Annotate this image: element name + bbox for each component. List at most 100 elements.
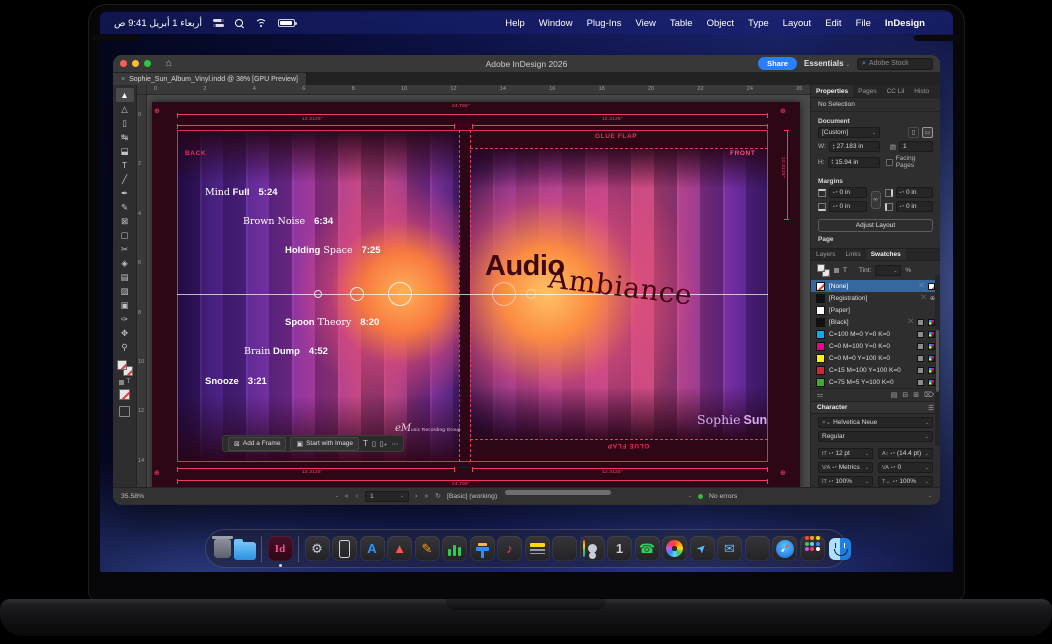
wifi-icon[interactable]: [255, 19, 267, 28]
delete-swatch-icon[interactable]: ⌦: [924, 391, 934, 399]
hand-tool[interactable]: ✥: [116, 326, 134, 340]
note-tool[interactable]: ▣: [116, 298, 134, 312]
menu-type[interactable]: Type: [748, 18, 769, 29]
height-field[interactable]: ▴▾15.94 in: [828, 157, 881, 168]
margin-left-field[interactable]: ▴ ▾0 in: [896, 201, 934, 212]
menu-indesign[interactable]: InDesign: [885, 18, 925, 29]
start-with-image-button[interactable]: ▣Start with Image: [290, 437, 359, 451]
dock-safari-icon[interactable]: [772, 536, 797, 561]
dock-finder-icon[interactable]: [827, 536, 852, 561]
tab-links[interactable]: Links: [841, 249, 866, 260]
dock-photos-icon[interactable]: [662, 536, 687, 561]
width-field[interactable]: ▴▾27.183 in: [829, 141, 880, 152]
menu-object[interactable]: Object: [707, 18, 734, 29]
gradient-tool[interactable]: ▤: [116, 270, 134, 284]
horizontal-scale-field[interactable]: T↔▴ ▾100%⌄: [878, 476, 933, 487]
dock-downloads-folder-icon[interactable]: [234, 542, 256, 559]
tab-pages[interactable]: Pages: [853, 85, 881, 97]
search-icon[interactable]: [235, 19, 244, 28]
first-page-button[interactable]: «: [345, 493, 350, 500]
menu-layout[interactable]: Layout: [783, 18, 812, 29]
minimize-window-button[interactable]: [132, 60, 139, 67]
tracking-field[interactable]: VA▴ ▾0⌄: [878, 462, 933, 473]
formatting-text-icon[interactable]: T: [127, 379, 131, 385]
zoom-window-button[interactable]: [144, 60, 151, 67]
adjust-layout-button[interactable]: Adjust Layout: [818, 219, 933, 232]
swatch-row[interactable]: [Black]⤫: [811, 316, 940, 328]
new-swatch-group-icon[interactable]: ⊟: [902, 391, 908, 399]
document-preset-dropdown[interactable]: [Custom]⌄: [818, 127, 880, 138]
swatch-row[interactable]: [Registration]⤫⊕: [811, 292, 940, 304]
page-icon[interactable]: ▯: [372, 440, 376, 448]
dock-mail-icon[interactable]: ✉: [717, 536, 742, 561]
dock-maps-icon[interactable]: [690, 536, 715, 561]
close-tab-icon[interactable]: ×: [121, 76, 125, 83]
dock-system-settings-icon[interactable]: ⚙: [305, 536, 330, 561]
swatch-row[interactable]: [None]⤫: [811, 280, 940, 292]
menu-edit[interactable]: Edit: [825, 18, 841, 29]
page-count-field[interactable]: 1: [899, 141, 933, 152]
preflight-status[interactable]: No errors: [709, 493, 737, 500]
free-transform-tool[interactable]: ◈: [116, 256, 134, 270]
artboard-vinyl-spread[interactable]: 24.786" 12.3125" 12.3125" 12.3125" 12.31…: [152, 102, 800, 487]
dock-phone-icon[interactable]: ☎: [635, 536, 660, 561]
selection-tool[interactable]: ▲: [116, 88, 134, 102]
type-tool[interactable]: T: [116, 158, 134, 172]
fill-swatch[interactable]: [117, 360, 127, 370]
gap-tool[interactable]: ↹: [116, 130, 134, 144]
font-family-dropdown[interactable]: ⌕⌄Helvetica Neue⌄: [818, 417, 933, 428]
dock-rocket-app-icon[interactable]: ▲: [387, 536, 412, 561]
close-window-button[interactable]: [120, 60, 127, 67]
content-collector-tool[interactable]: ⬓: [116, 144, 134, 158]
tab-layers[interactable]: Layers: [811, 249, 841, 260]
dock-calendar-icon[interactable]: 1: [607, 536, 632, 561]
dock-reminders-icon[interactable]: [552, 536, 577, 561]
dock-indesign-icon[interactable]: Id: [268, 536, 293, 561]
canvas[interactable]: 02468101214161820222426 02468101214 24.7…: [137, 85, 810, 487]
pencil-tool[interactable]: ✎: [116, 200, 134, 214]
font-size-field[interactable]: tT▴ ▾12 pt⌄: [818, 448, 873, 459]
tab-properties[interactable]: Properties: [811, 85, 853, 97]
swatch-row[interactable]: C=75 M=5 Y=100 K=0: [811, 376, 940, 388]
swatch-views-icon[interactable]: ⚏: [817, 391, 823, 399]
horizontal-scrollbar-thumb[interactable]: [505, 490, 611, 495]
menu-help[interactable]: Help: [505, 18, 525, 29]
tab-swatches[interactable]: Swatches: [866, 249, 906, 260]
add-frame-button[interactable]: ⊠Add a Frame: [228, 437, 286, 451]
menu-view[interactable]: View: [635, 18, 655, 29]
margin-bottom-field[interactable]: ▴ ▾0 in: [829, 201, 867, 212]
panel-menu-icon[interactable]: ☰: [928, 404, 934, 412]
battery-icon[interactable]: [278, 19, 295, 27]
menu-file[interactable]: File: [856, 18, 871, 29]
panel-scrollbar[interactable]: [935, 275, 940, 445]
page-number-field[interactable]: 1⌄: [365, 491, 409, 502]
line-tool[interactable]: ╱: [116, 172, 134, 186]
tint-field[interactable]: ⌄: [875, 265, 901, 276]
window-titlebar[interactable]: ⌂ Adobe InDesign 2026 Share Essentials ⌄…: [113, 55, 940, 73]
share-button[interactable]: Share: [758, 57, 797, 70]
last-page-button[interactable]: »: [424, 493, 429, 500]
tab-histo[interactable]: Histo: [909, 85, 934, 97]
page-tool[interactable]: ▯: [116, 116, 134, 130]
text-toggle-icon[interactable]: T: [843, 267, 847, 274]
swatch-list-view-icon[interactable]: ▤: [891, 391, 898, 399]
document-tab[interactable]: × Sophie_Sun_Album_Vinyl.indd @ 38% [GPU…: [113, 73, 307, 85]
menu-table[interactable]: Table: [670, 18, 693, 29]
type-tool-icon[interactable]: T: [363, 439, 368, 448]
apply-none-button[interactable]: [119, 389, 130, 400]
direct-selection-tool[interactable]: △: [116, 102, 134, 116]
menu-window[interactable]: Window: [539, 18, 573, 29]
fill-stroke-proxy[interactable]: [117, 360, 133, 376]
container-toggle-icon[interactable]: [834, 268, 839, 273]
home-icon[interactable]: ⌂: [166, 58, 172, 69]
menubar-clock[interactable]: أربعاء 1 أبريل 9:41 ص: [114, 18, 202, 29]
more-options-icon[interactable]: ⋯: [391, 440, 398, 448]
dock-keynote-icon[interactable]: [470, 536, 495, 561]
vertical-scale-field[interactable]: IT▴ ▾100%⌄: [818, 476, 873, 487]
eyedropper-tool[interactable]: ✑: [116, 312, 134, 326]
control-center-icon[interactable]: [213, 19, 224, 28]
dock-app-store-icon[interactable]: A: [360, 536, 385, 561]
margin-right-field[interactable]: ▴ ▾0 in: [896, 187, 934, 198]
frame-tool[interactable]: ⊠: [116, 214, 134, 228]
facing-pages-checkbox[interactable]: [886, 159, 893, 166]
